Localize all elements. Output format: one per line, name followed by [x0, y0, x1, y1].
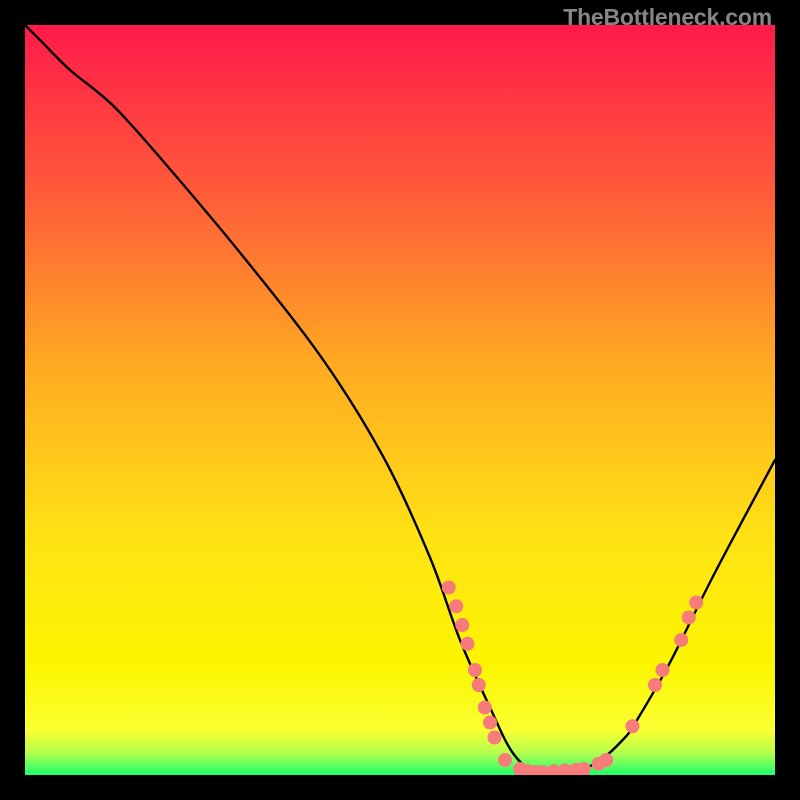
data-point — [468, 663, 482, 677]
data-point — [472, 678, 486, 692]
data-point — [674, 633, 688, 647]
data-point — [442, 581, 456, 595]
data-point — [648, 678, 662, 692]
data-point — [461, 637, 475, 651]
chart-container: TheBottleneck.com — [0, 0, 800, 800]
data-point — [498, 753, 512, 767]
data-point — [478, 701, 492, 715]
data-point — [682, 611, 696, 625]
data-point — [455, 618, 469, 632]
bottleneck-curve — [25, 25, 775, 773]
curve-layer — [25, 25, 775, 775]
data-point — [488, 731, 502, 745]
watermark: TheBottleneck.com — [563, 4, 772, 31]
data-point — [626, 719, 640, 733]
data-point — [599, 753, 613, 767]
data-markers — [442, 581, 704, 776]
data-point — [483, 716, 497, 730]
data-point — [689, 596, 703, 610]
data-point — [656, 663, 670, 677]
data-point — [449, 599, 463, 613]
plot-area — [25, 25, 775, 775]
